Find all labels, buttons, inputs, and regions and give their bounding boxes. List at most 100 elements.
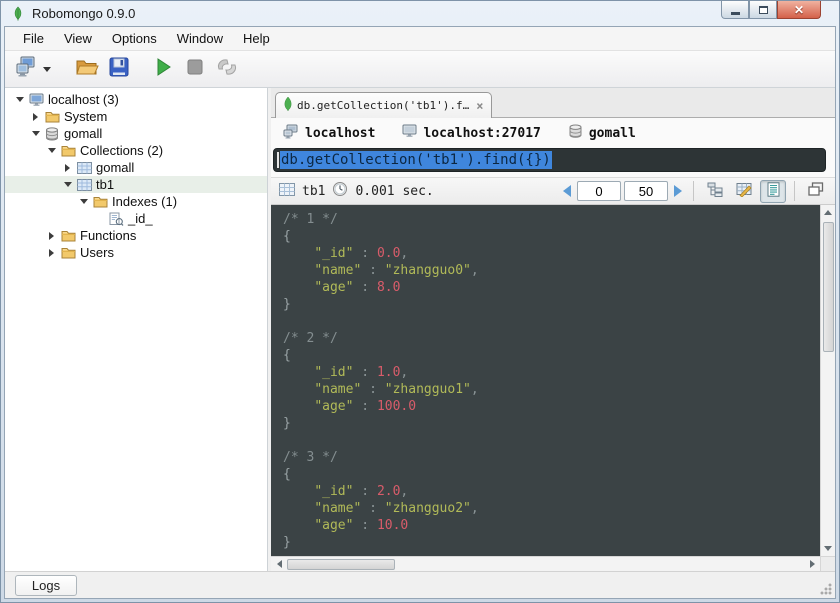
menu-item-options[interactable]: Options xyxy=(102,28,167,49)
collapse-arrow-icon[interactable] xyxy=(45,144,58,157)
logs-button[interactable]: Logs xyxy=(15,575,77,596)
breadcrumb: localhost localhost:27017 gomall xyxy=(271,118,835,148)
maximize-results-button[interactable] xyxy=(803,180,829,203)
execute-button[interactable] xyxy=(149,55,177,83)
tree-item-users[interactable]: Users xyxy=(5,244,267,261)
left-arrow-icon xyxy=(276,560,282,568)
json-field: "name" : "zhangguo2", xyxy=(314,501,479,516)
resize-grip[interactable] xyxy=(819,582,832,595)
open-folder-icon xyxy=(75,56,99,83)
breadcrumb-database-label: gomall xyxy=(588,125,636,141)
scrollbar-corner xyxy=(820,556,835,572)
page-forward-button[interactable] xyxy=(671,182,685,200)
tree-mode-button[interactable] xyxy=(702,180,728,203)
stop-button[interactable] xyxy=(181,55,209,83)
menu-item-help[interactable]: Help xyxy=(233,28,280,49)
breadcrumb-database[interactable]: gomall xyxy=(568,124,636,143)
collapse-arrow-icon[interactable] xyxy=(29,127,42,140)
database-icon xyxy=(44,126,60,141)
maximize-button[interactable] xyxy=(749,1,777,19)
tree-item-tb1[interactable]: tb1 xyxy=(5,176,267,193)
orientation-icon xyxy=(215,56,239,83)
query-text[interactable]: db.getCollection('tb1').find({}) xyxy=(280,151,552,169)
json-field: "_id" : 2.0, xyxy=(314,484,409,499)
query-tab[interactable]: db.getCollection('tb1').f… × xyxy=(275,92,493,118)
monitor-icon xyxy=(402,124,417,142)
json-field: "age" : 8.0 xyxy=(314,280,401,295)
collapse-arrow-icon[interactable] xyxy=(77,195,90,208)
app-frame: File View Options Window Help localhost … xyxy=(4,26,836,599)
folder-icon xyxy=(92,194,108,209)
editor-area: db.getCollection('tb1').find({}) xyxy=(271,148,835,177)
menu-item-window[interactable]: Window xyxy=(167,28,233,49)
minimize-icon xyxy=(730,11,740,15)
results-vertical-scrollbar[interactable] xyxy=(820,205,835,556)
folder-icon xyxy=(60,245,76,260)
open-brace: { xyxy=(283,467,291,482)
expand-arrow-icon[interactable] xyxy=(61,161,74,174)
tree-item-label: Collections (2) xyxy=(80,143,164,158)
menu-item-view[interactable]: View xyxy=(54,28,102,49)
results-horizontal-scrollbar[interactable] xyxy=(271,556,835,572)
tree-item-label: tb1 xyxy=(96,177,115,192)
skip-input[interactable] xyxy=(577,181,621,201)
connections-dropdown-arrow[interactable] xyxy=(43,66,51,72)
tree-item-collections-2[interactable]: Collections (2) xyxy=(5,142,267,159)
close-brace: } xyxy=(283,416,291,431)
collection-grid-icon xyxy=(279,182,295,200)
save-floppy-icon xyxy=(108,56,130,83)
expand-arrow-icon[interactable] xyxy=(29,110,42,123)
window-controls: ✕ xyxy=(721,1,821,19)
expand-arrow-icon[interactable] xyxy=(45,246,58,259)
scroll-right-button[interactable] xyxy=(804,557,820,572)
scroll-up-button[interactable] xyxy=(821,205,836,220)
tree-item-gomall[interactable]: gomall xyxy=(5,125,267,142)
toolbar-separator xyxy=(693,181,694,201)
tree-item-indexes-1[interactable]: Indexes (1) xyxy=(5,193,267,210)
tree-item-label: gomall xyxy=(64,126,103,141)
tree-item-gomall[interactable]: gomall xyxy=(5,159,267,176)
main-area: localhost (3) System gomall Collections (2)… xyxy=(5,88,835,572)
right-arrow-icon xyxy=(674,185,682,197)
robomongo-logo-icon xyxy=(10,6,26,22)
result-document: /* 3 */ { "_id" : 2.0, "name" : "zhangguo… xyxy=(283,449,820,551)
toolbar-separator xyxy=(794,181,795,201)
close-button[interactable]: ✕ xyxy=(777,1,821,19)
results-toolbar: tb1 0.001 sec. xyxy=(271,177,835,205)
tab-close-button[interactable]: × xyxy=(476,99,483,113)
breadcrumb-connection[interactable]: localhost xyxy=(283,124,375,143)
collapse-arrow-icon[interactable] xyxy=(13,93,26,106)
tree-item-id[interactable]: _id_ xyxy=(5,210,267,227)
horizontal-scroll-thumb[interactable] xyxy=(287,558,395,570)
main-toolbar xyxy=(5,51,835,88)
save-button[interactable] xyxy=(105,55,133,83)
status-bar: Logs xyxy=(5,571,835,598)
clock-icon xyxy=(332,181,348,201)
text-mode-button[interactable] xyxy=(760,179,786,203)
orientation-button[interactable] xyxy=(213,55,241,83)
server-icon xyxy=(283,124,299,143)
breadcrumb-server[interactable]: localhost:27017 xyxy=(402,124,541,142)
left-arrow-icon xyxy=(563,185,571,197)
open-brace: { xyxy=(283,348,291,363)
collection-icon xyxy=(76,160,92,175)
minimize-button[interactable] xyxy=(721,1,749,19)
connections-button[interactable] xyxy=(13,55,41,83)
batch-size-input[interactable] xyxy=(624,181,668,201)
menu-item-file[interactable]: File xyxy=(13,28,54,49)
vertical-scroll-thumb[interactable] xyxy=(822,222,834,352)
open-button[interactable] xyxy=(73,55,101,83)
text-view-icon xyxy=(767,181,780,201)
query-editor[interactable]: db.getCollection('tb1').find({}) xyxy=(273,148,826,172)
page-back-button[interactable] xyxy=(560,182,574,200)
scroll-left-button[interactable] xyxy=(271,557,287,572)
table-mode-button[interactable] xyxy=(731,180,757,203)
explorer-tree: localhost (3) System gomall Collections (2)… xyxy=(5,88,268,571)
tree-item-system[interactable]: System xyxy=(5,108,267,125)
results-collection-name: tb1 xyxy=(302,183,326,199)
tree-item-functions[interactable]: Functions xyxy=(5,227,267,244)
collapse-arrow-icon[interactable] xyxy=(61,178,74,191)
tree-item-localhost-3[interactable]: localhost (3) xyxy=(5,91,267,108)
expand-arrow-icon[interactable] xyxy=(45,229,58,242)
scroll-down-button[interactable] xyxy=(821,541,836,556)
